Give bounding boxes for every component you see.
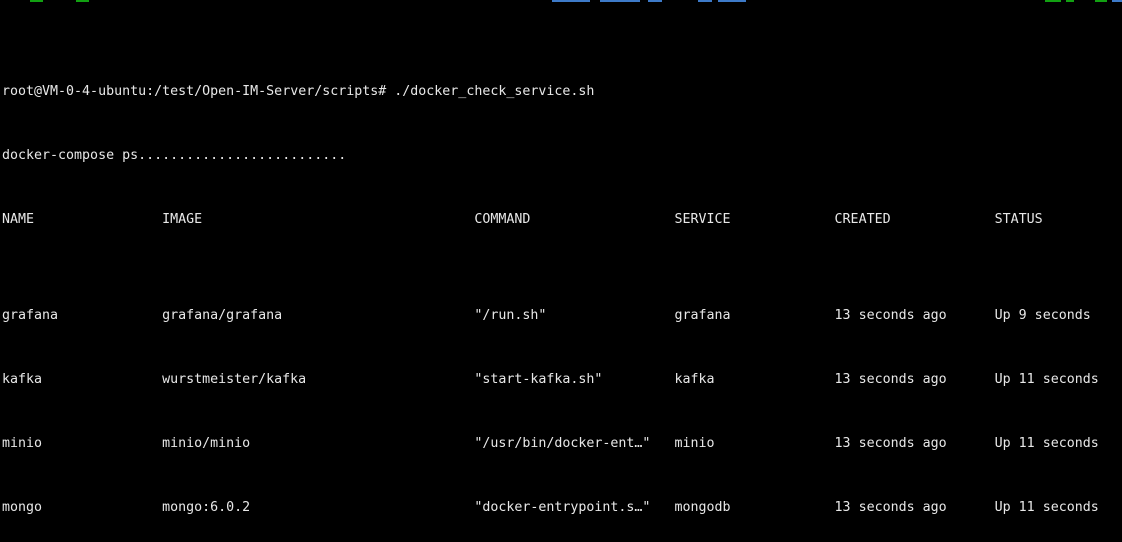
cell-status: Up 9 seconds — [995, 308, 1091, 324]
clipped-line-fragment — [698, 0, 712, 2]
header-service: SERVICE — [674, 212, 730, 228]
cell-command: "start-kafka.sh" — [474, 372, 602, 388]
cell-created: 13 seconds ago — [835, 372, 947, 388]
cell-status: Up 11 seconds — [995, 500, 1099, 516]
clipped-line-fragment — [1112, 0, 1122, 2]
header-name: NAME — [2, 212, 34, 228]
cell-service: mongodb — [674, 500, 730, 516]
cell-image: minio/minio — [162, 436, 250, 452]
cell-image: wurstmeister/kafka — [162, 372, 306, 388]
header-status: STATUS — [995, 212, 1043, 228]
cell-created: 13 seconds ago — [835, 436, 947, 452]
prompt-line-1: root@VM-0-4-ubuntu:/test/Open-IM-Server/… — [2, 84, 1122, 100]
clipped-line-fragment — [1066, 0, 1074, 2]
cell-image: mongo:6.0.2 — [162, 500, 250, 516]
cell-status: Up 11 seconds — [995, 372, 1099, 388]
clipped-line-fragment — [718, 0, 746, 2]
container-table-rows: grafana grafana/grafana "/run.sh" grafan… — [2, 276, 1122, 542]
header-command: COMMAND — [474, 212, 530, 228]
table-row: kafka wurstmeister/kafka "start-kafka.sh… — [2, 372, 1122, 388]
table-row: grafana grafana/grafana "/run.sh" grafan… — [2, 308, 1122, 324]
clipped-line-fragment — [30, 0, 43, 2]
cell-created: 13 seconds ago — [835, 308, 947, 324]
cell-created: 13 seconds ago — [835, 500, 947, 516]
cell-command: "/usr/bin/docker-ent…" — [474, 436, 650, 452]
clipped-line-fragment — [552, 0, 590, 2]
clipped-previous-line — [0, 0, 1122, 3]
clipped-line-fragment — [600, 0, 640, 2]
clipped-line-fragment — [76, 0, 89, 2]
cell-command: "docker-entrypoint.s…" — [474, 500, 650, 516]
cell-name: grafana — [2, 308, 58, 324]
docker-compose-ps-text: docker-compose ps.......................… — [2, 148, 346, 163]
terminal-window[interactable]: root@VM-0-4-ubuntu:/test/Open-IM-Server/… — [0, 0, 1122, 542]
table-row: mongo mongo:6.0.2 "docker-entrypoint.s…"… — [2, 500, 1122, 516]
header-image: IMAGE — [162, 212, 202, 228]
header-created: CREATED — [835, 212, 891, 228]
clipped-line-fragment — [1045, 0, 1061, 2]
docker-compose-ps-line: docker-compose ps.......................… — [2, 148, 1122, 164]
table-row: minio minio/minio "/usr/bin/docker-ent…"… — [2, 436, 1122, 452]
cell-image: grafana/grafana — [162, 308, 282, 324]
clipped-line-fragment — [648, 0, 662, 2]
cell-name: minio — [2, 436, 42, 452]
cell-name: mongo — [2, 500, 42, 516]
cell-service: grafana — [674, 308, 730, 324]
prompt-command-text: root@VM-0-4-ubuntu:/test/Open-IM-Server/… — [2, 84, 594, 99]
clipped-line-fragment — [1095, 0, 1107, 2]
cell-status: Up 11 seconds — [995, 436, 1099, 452]
cell-command: "/run.sh" — [474, 308, 546, 324]
cell-name: kafka — [2, 372, 42, 388]
table-header-row: NAME IMAGE COMMAND SERVICE CREATED STATU… — [2, 212, 1122, 228]
cell-service: kafka — [674, 372, 714, 388]
cell-service: minio — [674, 436, 714, 452]
